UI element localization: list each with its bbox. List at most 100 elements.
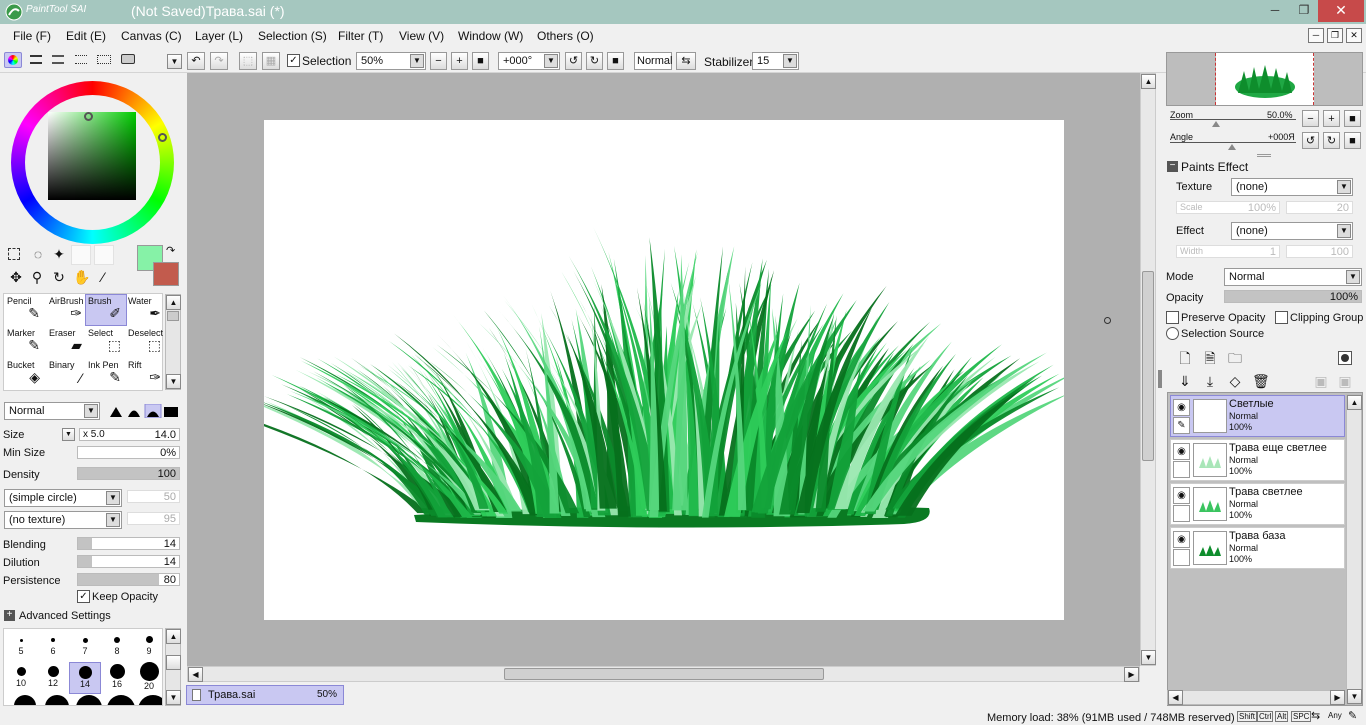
navigator-preview[interactable] — [1166, 52, 1363, 106]
sharp-tip-icon[interactable] — [110, 407, 122, 417]
doc-restore-button[interactable]: ❐ — [1327, 28, 1343, 43]
scroll-up-button[interactable]: ▲ — [1347, 395, 1362, 410]
layer-item-grass-lighter[interactable]: ◉ Трава светлее Normal 100% — [1170, 483, 1345, 525]
brush-size-14[interactable]: 14 — [69, 662, 101, 694]
selection-checkbox[interactable]: ✓ — [287, 54, 300, 67]
brush-texture-strength[interactable]: 95 — [127, 512, 180, 525]
layer-item-grass-lighter-still[interactable]: ◉ Трава еще светлее Normal 100% — [1170, 439, 1345, 481]
brush-size-20[interactable]: 20 — [133, 662, 162, 694]
tool-airbrush[interactable]: AirBrush ✑ — [46, 294, 88, 326]
panel-grip[interactable] — [1257, 154, 1271, 157]
brush-size-8[interactable]: 8 — [101, 630, 133, 662]
tool-marker[interactable]: Marker ✎ — [4, 326, 46, 358]
brush-dot-partial[interactable] — [45, 695, 69, 705]
brush-size-12[interactable]: 12 — [37, 662, 69, 694]
layer-opacity-slider[interactable]: 100% — [1224, 290, 1362, 303]
color-wheel-mode-button[interactable] — [4, 52, 22, 68]
scroll-thumb[interactable] — [166, 655, 181, 670]
preserve-opacity-checkbox[interactable] — [1166, 311, 1179, 324]
menu-edit[interactable]: Edit (E) — [66, 29, 106, 43]
layer-mask-icon[interactable] — [1338, 351, 1352, 365]
merge-down-icon[interactable]: ⤓ — [1202, 373, 1218, 389]
menu-layer[interactable]: Layer (L) — [195, 29, 243, 43]
edit-lock-icon[interactable] — [1173, 549, 1190, 566]
lasso-icon[interactable]: ◌ — [30, 246, 46, 262]
size-slider[interactable]: x 5.0 14.0 — [79, 428, 180, 441]
hsv-slider-mode-icon[interactable] — [52, 55, 64, 64]
maximize-button[interactable]: ❐ — [1289, 0, 1319, 22]
scroll-thumb[interactable] — [1142, 271, 1154, 461]
nav-rotate-reset-button[interactable]: ■ — [1344, 132, 1361, 149]
tool-brush[interactable]: Brush ✐ — [85, 294, 127, 326]
delete-layer-icon[interactable]: 🗑 — [1252, 373, 1270, 389]
apply-mask-icon[interactable]: ▣ — [1313, 373, 1329, 389]
scroll-left-button[interactable]: ◀ — [1168, 690, 1183, 705]
canvas-blend-mode[interactable]: Normal — [634, 52, 672, 70]
nav-angle-handle[interactable] — [1228, 144, 1236, 150]
rotate-cw-button[interactable]: ↻ — [586, 52, 603, 70]
brush-texture-select[interactable]: (no texture) ▼ — [4, 511, 122, 529]
swatches-mode-icon[interactable] — [97, 55, 111, 64]
eye-icon[interactable]: ◉ — [1173, 487, 1190, 504]
tool-select[interactable]: Select ⬚ — [85, 326, 127, 358]
close-button[interactable]: ✕ — [1318, 0, 1364, 22]
rect-select-icon[interactable] — [8, 248, 20, 260]
canvas-vertical-scrollbar[interactable]: ▲ ▼ — [1140, 73, 1156, 666]
brush-shape-select[interactable]: (simple circle) ▼ — [4, 489, 122, 507]
zoom-in-button[interactable]: + — [451, 52, 468, 70]
doc-minimize-button[interactable]: ─ — [1308, 28, 1324, 43]
brush-size-scrollbar[interactable]: ▲ ▼ — [165, 628, 181, 706]
canvas-horizontal-scrollbar[interactable]: ◀ ▶ — [187, 666, 1140, 682]
scroll-left-button[interactable]: ◀ — [188, 667, 203, 682]
size-range-dropdown[interactable]: ▼ — [62, 428, 75, 441]
effect-select[interactable]: (none) ▼ — [1231, 222, 1353, 240]
rgb-slider-mode-icon[interactable] — [30, 55, 42, 64]
eyedropper-icon[interactable]: ⁄ — [95, 269, 111, 285]
scroll-up-button[interactable]: ▲ — [166, 629, 181, 644]
redo-button[interactable]: ↷ — [210, 52, 228, 70]
edit-lock-icon[interactable]: ✎ — [1173, 417, 1190, 434]
flip-horizontal-button[interactable]: ⇆ — [676, 52, 696, 70]
magic-wand-icon[interactable]: ✦ — [51, 246, 67, 262]
round-tip-icon[interactable] — [128, 410, 140, 418]
scroll-thumb[interactable] — [504, 668, 824, 680]
eye-icon[interactable]: ◉ — [1173, 531, 1190, 548]
scroll-right-button[interactable]: ▶ — [1124, 667, 1139, 682]
tool-eraser[interactable]: Eraser ▰ — [46, 326, 88, 358]
nav-zoom-in-button[interactable]: + — [1323, 110, 1340, 127]
layer-item-svetlye[interactable]: ◉ ✎ Светлые Normal 100% — [1170, 395, 1345, 437]
clear-layer-icon[interactable]: ◇ — [1227, 373, 1243, 389]
layer-list-scrollbar[interactable]: ▲ ▼ — [1346, 394, 1362, 705]
brush-mode-select[interactable]: Normal ▼ — [4, 402, 100, 420]
brush-dot-partial[interactable] — [14, 695, 36, 705]
tool-rift[interactable]: Rift ✑ — [125, 358, 167, 390]
menu-filter[interactable]: Filter (T) — [338, 29, 383, 43]
eye-icon[interactable]: ◉ — [1173, 399, 1190, 416]
menu-view[interactable]: View (V) — [399, 29, 444, 43]
nav-angle-track[interactable] — [1170, 142, 1296, 143]
minimize-button[interactable]: ─ — [1260, 0, 1290, 22]
min-size-slider[interactable]: 0% — [77, 446, 180, 459]
sv-picker-handle[interactable] — [84, 112, 93, 121]
background-color-swatch[interactable] — [153, 262, 179, 286]
tool-ink-pen[interactable]: Ink Pen ✎ — [85, 358, 127, 390]
brush-size-10[interactable]: 10 — [5, 662, 37, 694]
collapse-icon[interactable]: − — [1167, 161, 1178, 172]
rotate-ccw-button[interactable]: ↺ — [565, 52, 582, 70]
brush-size-7[interactable]: 7 — [69, 630, 101, 662]
stabilizer-select[interactable]: 15 ▼ — [752, 52, 799, 70]
scroll-right-button[interactable]: ▶ — [1330, 690, 1345, 705]
rotate-reset-button[interactable]: ■ — [607, 52, 624, 70]
nav-zoom-out-button[interactable]: − — [1302, 110, 1319, 127]
new-linework-layer-icon[interactable]: 🗎 — [1202, 350, 1218, 366]
scratchpad-mode-icon[interactable] — [121, 54, 135, 64]
menu-file[interactable]: File (F) — [13, 29, 51, 43]
panel-resize-handle[interactable] — [1158, 370, 1162, 388]
menu-selection[interactable]: Selection (S) — [258, 29, 327, 43]
tool-binary[interactable]: Binary ⁄ — [46, 358, 88, 390]
nav-rotate-cw-button[interactable]: ↻ — [1323, 132, 1340, 149]
file-tab[interactable]: Трава.sai 50% — [186, 685, 344, 705]
scroll-down-button[interactable]: ▼ — [166, 374, 181, 389]
tool-deselect[interactable]: Deselect ⬚ — [125, 326, 167, 358]
hue-picker-handle[interactable] — [158, 133, 167, 142]
